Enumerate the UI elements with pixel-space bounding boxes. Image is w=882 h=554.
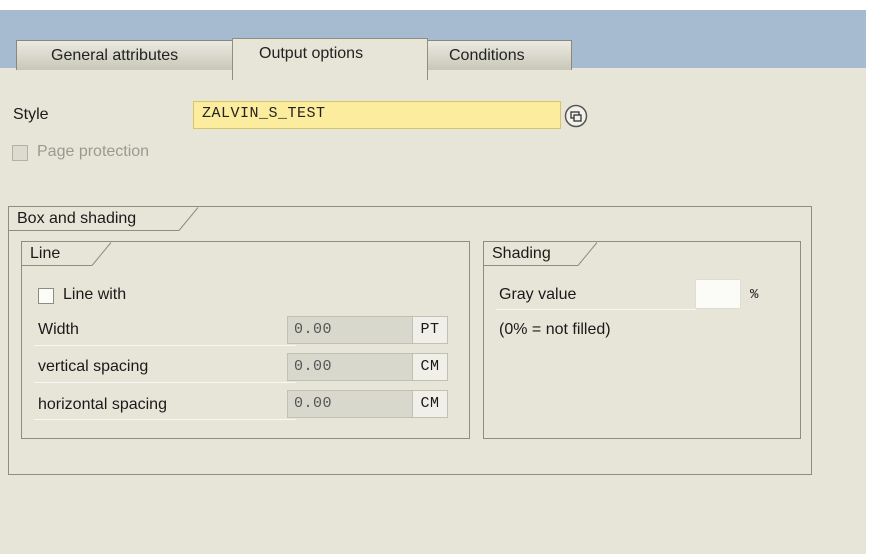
tab-general-attributes-label: General attributes bbox=[51, 47, 179, 64]
shading-group-title: Shading bbox=[484, 242, 578, 266]
vertical-spacing-label: vertical spacing bbox=[38, 358, 149, 375]
horizontal-spacing-row-separator bbox=[34, 419, 296, 420]
width-value: 0.00 bbox=[294, 321, 333, 338]
tab-conditions[interactable]: Conditions bbox=[424, 40, 572, 70]
line-group-title: Line bbox=[22, 242, 92, 266]
style-input-value: ZALVIN_S_TEST bbox=[202, 105, 326, 122]
tab-output-options[interactable]: Output options bbox=[232, 38, 428, 80]
line-with-label: Line with bbox=[63, 286, 127, 303]
gray-value-row-separator bbox=[496, 309, 696, 310]
style-input[interactable]: ZALVIN_S_TEST bbox=[193, 101, 561, 129]
tab-content-panel: Style ZALVIN_S_TEST Page protection Box … bbox=[0, 68, 866, 554]
page-protection-label: Page protection bbox=[37, 143, 150, 160]
gray-value-input[interactable] bbox=[695, 279, 741, 309]
horizontal-spacing-unit: CM bbox=[412, 390, 448, 418]
vertical-spacing-unit: CM bbox=[412, 353, 448, 381]
width-row-separator bbox=[34, 345, 296, 346]
vertical-spacing-value: 0.00 bbox=[294, 358, 333, 375]
group-title-tab-edge bbox=[178, 207, 199, 231]
possible-entries-icon bbox=[564, 104, 588, 128]
shading-group: Shading Gray value % (0% = not filled) bbox=[483, 241, 801, 439]
page-protection-checkbox[interactable] bbox=[12, 145, 28, 161]
line-with-checkbox[interactable] bbox=[38, 288, 54, 304]
gray-value-label: Gray value bbox=[499, 286, 577, 303]
box-and-shading-group: Box and shading Line Line with Width 0.0… bbox=[8, 206, 812, 475]
sap-window: General attributes Output options Condit… bbox=[0, 0, 882, 554]
width-input[interactable]: 0.00 bbox=[287, 316, 413, 344]
tab-general-attributes[interactable]: General attributes bbox=[16, 40, 238, 70]
line-group: Line Line with Width 0.00 PT vertical sp… bbox=[21, 241, 470, 439]
horizontal-spacing-value: 0.00 bbox=[294, 395, 333, 412]
horizontal-spacing-input[interactable]: 0.00 bbox=[287, 390, 413, 418]
shading-title-tab-edge bbox=[577, 242, 598, 266]
line-title-tab-edge bbox=[91, 242, 112, 266]
vertical-spacing-row-separator bbox=[34, 382, 296, 383]
tab-output-options-label: Output options bbox=[259, 45, 364, 62]
possible-entries-button[interactable] bbox=[564, 104, 588, 128]
tab-conditions-label: Conditions bbox=[449, 47, 525, 64]
box-and-shading-title: Box and shading bbox=[9, 207, 179, 231]
vertical-spacing-input[interactable]: 0.00 bbox=[287, 353, 413, 381]
width-label: Width bbox=[38, 321, 79, 338]
tab-strip: General attributes Output options Condit… bbox=[0, 10, 866, 80]
horizontal-spacing-label: horizontal spacing bbox=[38, 396, 167, 413]
style-label: Style bbox=[13, 106, 49, 123]
percent-sign: % bbox=[750, 287, 759, 303]
width-unit: PT bbox=[412, 316, 448, 344]
shading-hint: (0% = not filled) bbox=[499, 321, 611, 338]
